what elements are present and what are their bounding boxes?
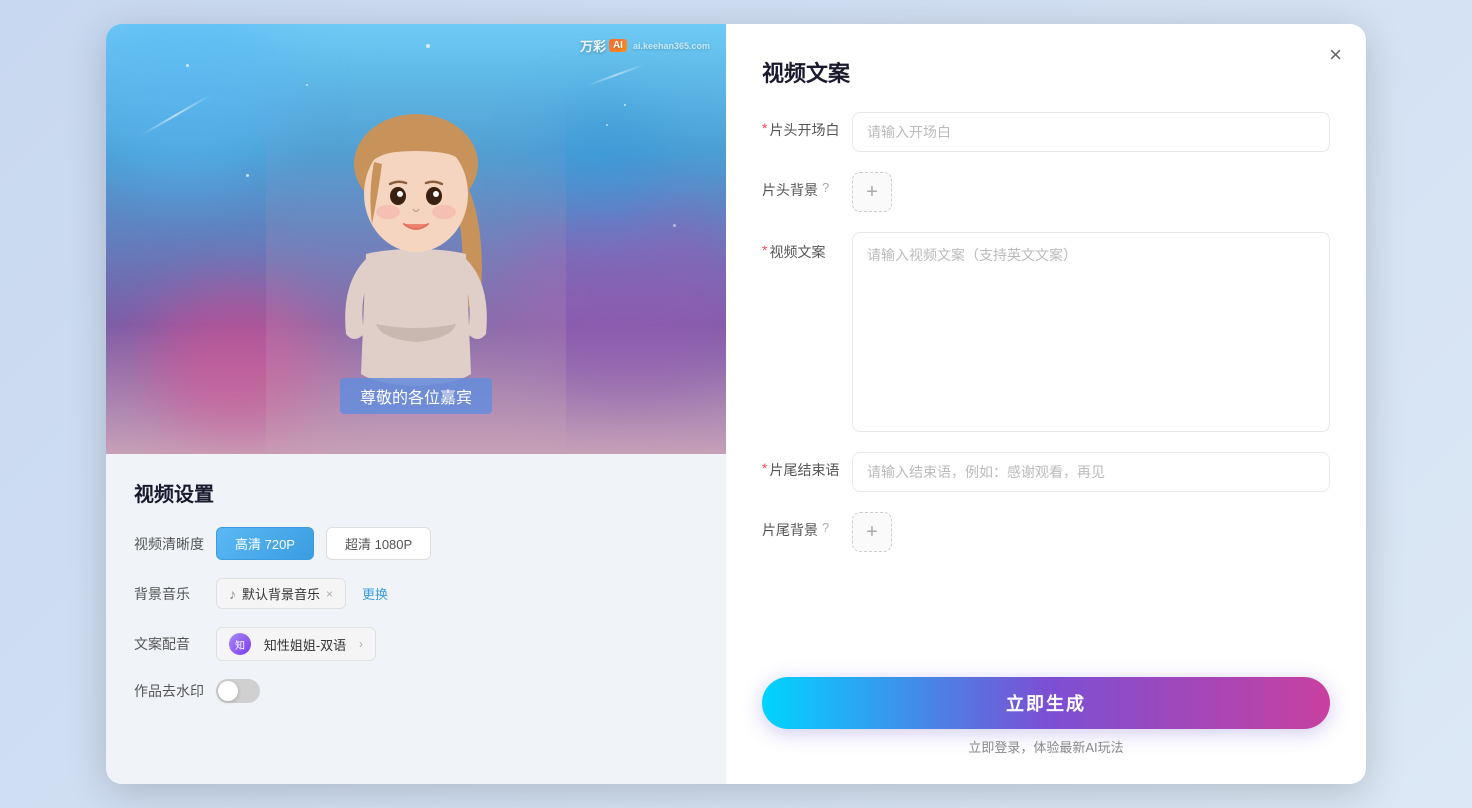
video-content-textarea[interactable] <box>852 232 1330 432</box>
music-value: 默认背景音乐 <box>242 584 320 603</box>
required-star-2: * <box>762 242 767 258</box>
ending-row: * 片尾结束语 <box>762 452 1330 492</box>
star <box>673 224 676 227</box>
music-label: 背景音乐 <box>134 584 204 604</box>
required-star-3: * <box>762 460 767 476</box>
footer-bg-row: 片尾背景 ? + <box>762 512 1330 552</box>
voice-row: 文案配音 知 知性姐姐-双语 › <box>134 627 698 661</box>
opening-row: * 片头开场白 <box>762 112 1330 152</box>
settings-title: 视频设置 <box>134 478 698 507</box>
ending-input[interactable] <box>852 452 1330 492</box>
music-tag: ♪ 默认背景音乐 × <box>216 578 346 609</box>
video-preview: 万彩 AI ai.keehan365.com 尊敬的各位嘉宾 <box>106 24 726 454</box>
star <box>246 174 249 177</box>
music-row: 背景音乐 ♪ 默认背景音乐 × 更换 <box>134 578 698 609</box>
panel-title: 视频文案 <box>762 56 1330 88</box>
opening-input[interactable] <box>852 112 1330 152</box>
settings-section: 视频设置 视频清晰度 高清 720P 超清 1080P 背景音乐 ♪ 默认背景音… <box>106 454 726 784</box>
video-content-row: * 视频文案 <box>762 232 1330 432</box>
watermark-text: 万彩 <box>580 36 606 55</box>
help-icon-2[interactable]: ? <box>822 520 829 535</box>
ending-label: * 片尾结束语 <box>762 452 852 480</box>
quality-720p-button[interactable]: 高清 720P <box>216 527 314 560</box>
watermark-toggle-label: 作品去水印 <box>134 681 204 701</box>
subtitle-banner: 尊敬的各位嘉宾 <box>340 378 492 414</box>
header-bg-row: 片头背景 ? + <box>762 172 1330 212</box>
form-section: * 片头开场白 片头背景 ? + * 视频文案 <box>762 112 1330 657</box>
opening-label: * 片头开场白 <box>762 112 852 140</box>
quality-row: 视频清晰度 高清 720P 超清 1080P <box>134 527 698 560</box>
music-note-icon: ♪ <box>229 586 236 602</box>
voice-select[interactable]: 知 知性姐姐-双语 › <box>216 627 376 661</box>
star <box>606 124 608 126</box>
star <box>624 104 626 106</box>
voice-avatar: 知 <box>229 633 251 655</box>
watermark: 万彩 AI ai.keehan365.com <box>580 36 710 55</box>
chevron-right-icon: › <box>359 637 363 651</box>
watermark-row: 作品去水印 <box>134 679 698 703</box>
quality-label: 视频清晰度 <box>134 534 204 554</box>
voice-value: 知性姐姐-双语 <box>264 635 346 654</box>
quality-1080p-button[interactable]: 超清 1080P <box>326 527 431 560</box>
subtitle-text: 尊敬的各位嘉宾 <box>360 390 472 407</box>
shooting-star <box>588 64 645 86</box>
footer-bg-add-button[interactable]: + <box>852 512 892 552</box>
required-star: * <box>762 120 767 136</box>
star <box>186 64 189 67</box>
generate-section: 立即生成 立即登录，体验最新AI玩法 <box>762 677 1330 756</box>
help-icon[interactable]: ? <box>822 180 829 195</box>
voice-label: 文案配音 <box>134 634 204 654</box>
video-content-label: * 视频文案 <box>762 232 852 262</box>
right-panel: × 视频文案 * 片头开场白 片头背景 ? + <box>726 24 1366 784</box>
generate-button[interactable]: 立即生成 <box>762 677 1330 729</box>
close-button[interactable]: × <box>1329 44 1342 66</box>
modal-dialog: 万彩 AI ai.keehan365.com 尊敬的各位嘉宾 视频设置 视频清晰… <box>106 24 1366 784</box>
header-bg-add-button[interactable]: + <box>852 172 892 212</box>
footer-bg-label: 片尾背景 ? <box>762 512 852 540</box>
header-bg-label: 片头背景 ? <box>762 172 852 200</box>
music-remove-icon[interactable]: × <box>326 587 333 601</box>
ai-badge: AI <box>609 39 627 52</box>
toggle-knob <box>218 681 238 701</box>
star <box>426 44 430 48</box>
left-panel: 万彩 AI ai.keehan365.com 尊敬的各位嘉宾 视频设置 视频清晰… <box>106 24 726 784</box>
watermark-toggle[interactable] <box>216 679 260 703</box>
login-hint: 立即登录，体验最新AI玩法 <box>968 737 1123 756</box>
music-change-button[interactable]: 更换 <box>358 584 392 603</box>
watermark-domain: ai.keehan365.com <box>633 41 710 51</box>
